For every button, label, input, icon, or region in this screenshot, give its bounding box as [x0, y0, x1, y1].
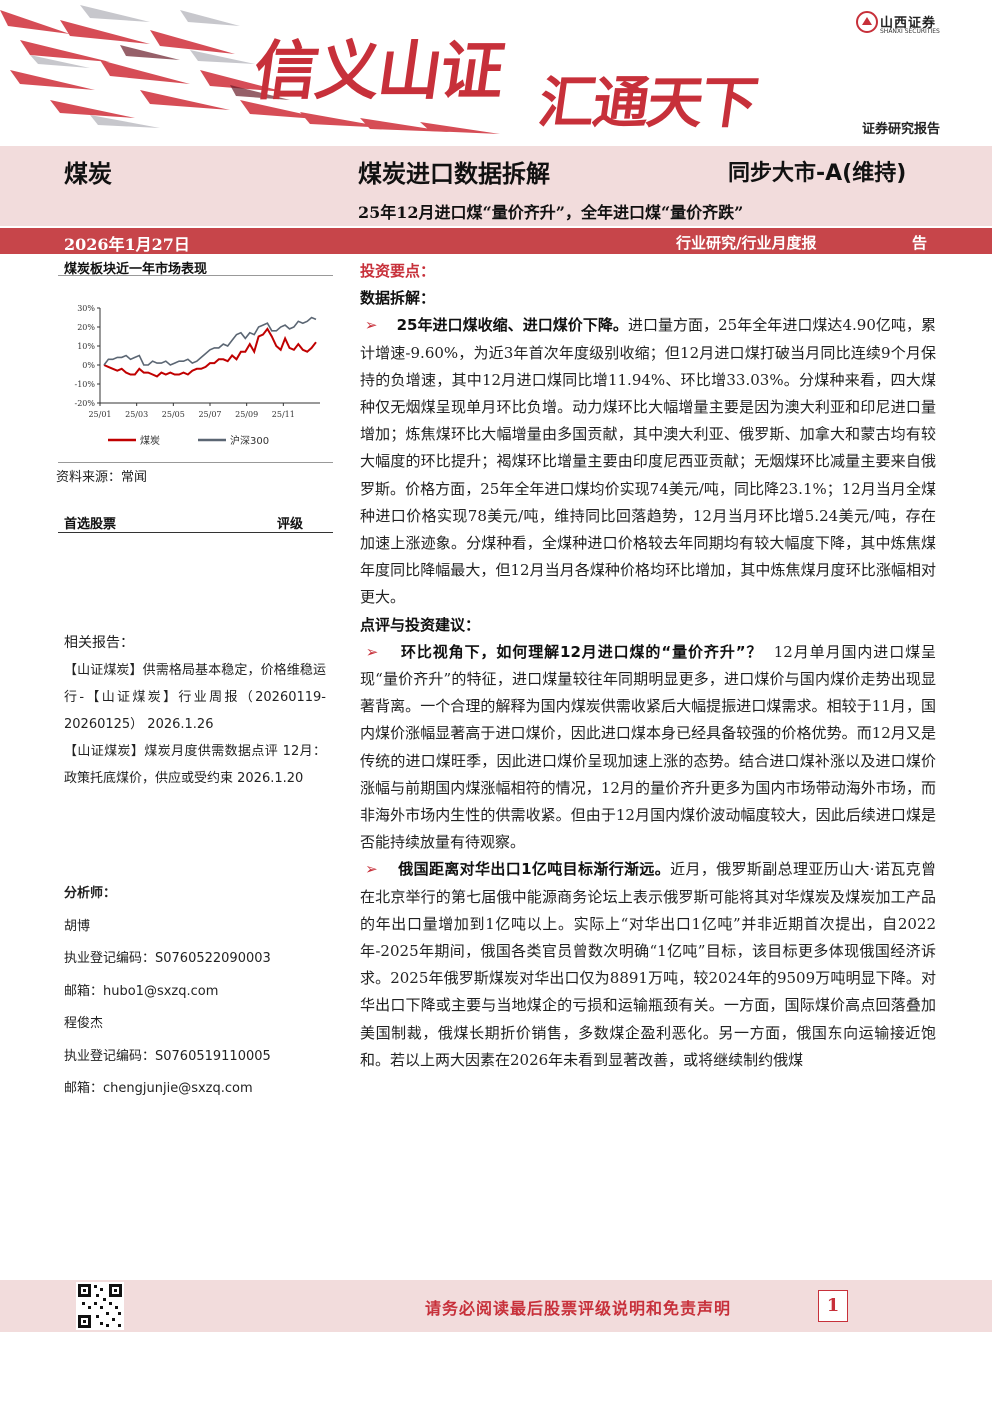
paragraph-russia-exports: ➢ 俄国距离对华出口1亿吨目标渐行渐远。近月，俄罗斯副总理亚历山大·诺瓦克曾在北…: [360, 856, 936, 1074]
report-body: 投资要点： 数据拆解： ➢ 25年进口煤收缩、进口煤价下降。进口量方面，25年全…: [360, 258, 936, 1074]
y-tick-label: -20%: [75, 399, 96, 408]
y-tick-label: -10%: [75, 380, 96, 389]
preferred-stocks-label: 首选股票: [64, 517, 117, 532]
y-tick-label: 20%: [77, 323, 95, 332]
paragraph-december-analysis: ➢ 环比视角下，如何理解12月进口煤的“量价齐升”？ 12月单月国内进口煤呈现“…: [360, 639, 936, 857]
bullet-arrow-icon: ➢: [365, 642, 379, 661]
analysts-block: 分析师： 胡博 执业登记编码：S0760522090003 邮箱：hubo1@s…: [64, 878, 326, 1106]
industry-rating: 同步大市-A(维持): [728, 161, 907, 186]
y-tick-label: 0%: [82, 361, 95, 370]
paragraph-lead: 环比视角下，如何理解12月进口煤的“量价齐升”？: [400, 642, 763, 661]
report-subtitle: 25年12月进口煤“量价齐升”，全年进口煤“量价齐跌”: [358, 203, 744, 222]
disclaimer-notice: 请务必阅读最后股票评级说明和免责声明: [425, 1299, 732, 1318]
bullet-arrow-icon: ➢: [364, 316, 378, 335]
x-tick-label: 25/07: [198, 410, 221, 419]
legend-label: 煤炭: [140, 434, 160, 447]
analyst-name: 胡博: [64, 918, 91, 934]
related-reports: 相关报告： 【山证煤炭】供需格局基本稳定，价格维稳运行-【山证煤炭】行业周报（2…: [64, 630, 326, 792]
x-tick-label: 25/03: [125, 410, 148, 419]
company-logo-icon: [856, 11, 878, 33]
related-report-link[interactable]: 【山证煤炭】供需格局基本稳定，价格维稳运行-【山证煤炭】行业周报（2026011…: [64, 657, 326, 738]
paragraph-text: 进口量方面，25年全年进口煤达4.90亿吨，累计增速-9.60%，为近3年首次年…: [360, 316, 936, 607]
report-category-tail: 告: [912, 234, 928, 252]
paragraph-import-summary: ➢ 25年进口煤收缩、进口煤价下降。进口量方面，25年全年进口煤达4.90亿吨，…: [360, 312, 936, 611]
market-performance-chart: 30% 20% 10% 0% -10% -20% 25/01 25/03 25/05 25/07 2…: [75, 304, 320, 447]
legend-label: 沪深300: [230, 434, 269, 447]
slogan-part2: 汇通天下: [534, 71, 760, 136]
report-type-label: 证券研究报告: [862, 122, 941, 137]
divider: [58, 462, 333, 463]
paragraph-lead: 俄国距离对华出口1亿吨目标渐行渐远。: [398, 860, 671, 879]
y-tick-label: 10%: [77, 342, 95, 351]
sector-label: 煤炭: [64, 160, 112, 188]
x-tick-label: 25/05: [162, 410, 185, 419]
analysts-heading: 分析师：: [64, 886, 117, 901]
analyst-registration: 执业登记编码：S0760519110005: [64, 1048, 271, 1064]
chart-source: 资料来源：常闻: [56, 470, 148, 485]
company-logo-en: SHANXI SECURITIES: [880, 28, 940, 35]
page-number: 1: [818, 1290, 848, 1322]
stock-rating-label: 评级: [277, 517, 304, 532]
analyst-email[interactable]: 邮箱：chengjunjie@sxzq.com: [64, 1073, 326, 1106]
report-category: 行业研究/行业月度报: [676, 234, 817, 252]
advice-heading: 点评与投资建议：: [360, 615, 481, 634]
paragraph-text: 近月，俄罗斯副总理亚历山大·诺瓦克曾在北京举行的第七届俄中能源商务论坛上表示俄罗…: [360, 860, 936, 1069]
data-breakdown-heading: 数据拆解：: [360, 289, 436, 308]
slogan-part1: 信义山证: [248, 35, 508, 109]
key-points-heading: 投资要点：: [360, 262, 436, 280]
report-title: 煤炭进口数据拆解: [358, 160, 550, 188]
series-line-coal: [103, 327, 317, 378]
bullet-arrow-icon: ➢: [365, 860, 378, 879]
related-report-link[interactable]: 【山证煤炭】煤炭月度供需数据点评 12月：政策托底煤价，供应或受约束 2026.…: [64, 738, 326, 792]
analyst-email[interactable]: 邮箱：hubo1@sxzq.com: [64, 976, 326, 1009]
y-tick-label: 30%: [77, 304, 95, 313]
report-date: 2026年1月27日: [64, 235, 190, 254]
qr-code-icon[interactable]: [76, 1282, 124, 1330]
related-reports-heading: 相关报告：: [64, 635, 134, 651]
paragraph-text: 12月单月国内进口煤呈现“量价齐升”的特征，进口煤量较往年同期明显更多，进口煤价…: [360, 642, 937, 852]
analyst-name: 程俊杰: [64, 1016, 104, 1031]
divider: [58, 275, 333, 276]
paragraph-lead: 25年进口煤收缩、进口煤价下降。: [396, 316, 628, 335]
x-tick-label: 25/09: [235, 410, 258, 419]
analyst-registration: 执业登记编码：S0760522090003: [64, 951, 271, 966]
x-tick-label: 25/11: [272, 410, 295, 419]
x-tick-label: 25/01: [88, 410, 111, 419]
